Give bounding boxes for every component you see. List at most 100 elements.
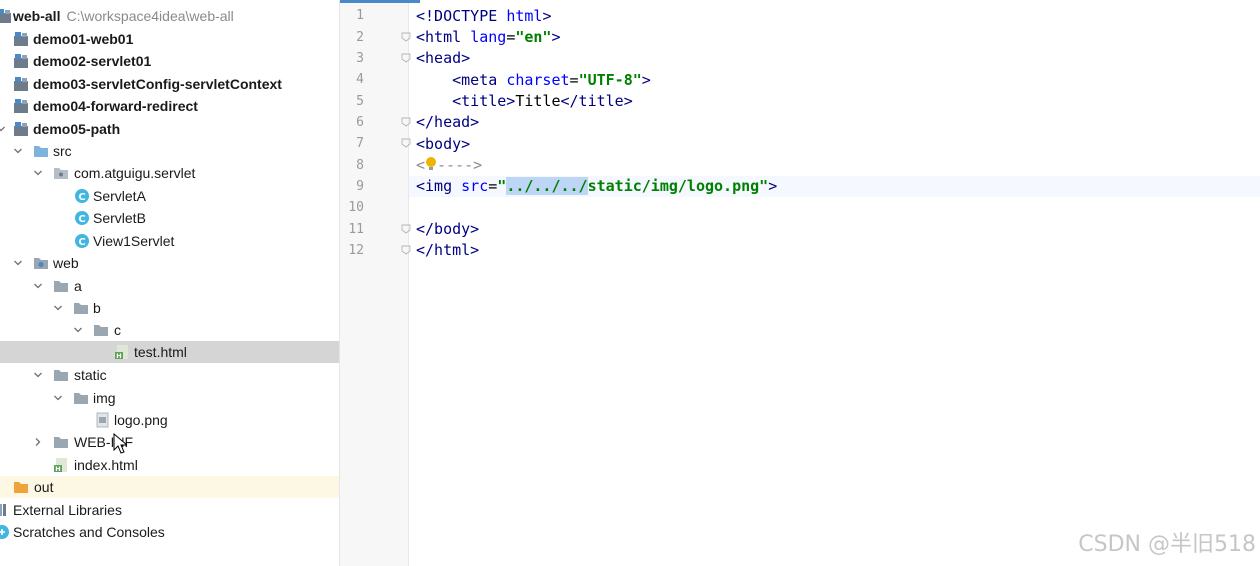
source-folder-icon <box>33 143 49 159</box>
chevron-down-icon[interactable] <box>13 256 23 270</box>
tree-item-static[interactable]: static <box>0 364 339 386</box>
tree-item-root[interactable]: web-all C:\workspace4idea\web-all <box>0 5 339 27</box>
folder-icon <box>53 434 69 450</box>
line-number: 1 <box>356 8 364 23</box>
tree-item-label: a <box>74 278 82 294</box>
java-class-icon <box>74 188 90 204</box>
tree-item-label: logo.png <box>114 412 168 428</box>
chevron-down-icon[interactable] <box>13 144 23 158</box>
selected-text[interactable]: ../../../ <box>506 177 588 195</box>
tree-item-folder-a[interactable]: a <box>0 275 339 297</box>
code-token: Title <box>515 92 561 110</box>
scratches-icon <box>0 524 10 540</box>
tree-item-class[interactable]: ServletA <box>0 185 339 207</box>
code-line-5[interactable]: <title>Title</title> <box>409 91 1260 112</box>
html-file-icon <box>114 344 130 360</box>
html-file-icon <box>53 457 69 473</box>
code-token: ----> <box>437 156 483 174</box>
code-token: lang <box>470 28 507 46</box>
tree-item-web-inf[interactable]: WEB-INF <box>0 431 339 454</box>
tree-item-label: Scratches and Consoles <box>13 524 165 540</box>
tree-item-module-demo05[interactable]: demo05-path <box>0 118 339 140</box>
tree-item-label: View1Servlet <box>93 233 175 249</box>
code-line-7[interactable]: <body> <box>409 134 1260 155</box>
tree-item-out[interactable]: out <box>0 476 339 498</box>
code-token: = <box>488 177 498 195</box>
tree-item-label: demo01-web01 <box>33 31 134 47</box>
code-token: = <box>569 71 579 89</box>
tree-item-label: demo05-path <box>33 121 121 137</box>
tree-item-package[interactable]: com.atguigu.servlet <box>0 162 339 184</box>
lightbulb-icon[interactable] <box>425 156 437 172</box>
tree-item-label: test.html <box>134 344 187 360</box>
web-folder-icon <box>33 255 49 271</box>
line-number: 4 <box>356 72 364 87</box>
tree-item-module[interactable]: demo01-web01 <box>0 28 339 50</box>
mouse-cursor-icon <box>113 433 127 454</box>
module-icon <box>13 121 29 137</box>
code-line-3[interactable]: <head> <box>409 48 1260 69</box>
code-token: <!DOCTYPE <box>416 7 507 25</box>
tree-item-class[interactable]: View1Servlet <box>0 230 339 252</box>
libraries-icon <box>0 502 10 518</box>
chevron-down-icon[interactable] <box>33 166 43 180</box>
tree-item-folder-c[interactable]: c <box>0 319 339 341</box>
code-token: < <box>416 156 426 174</box>
tree-item-label: static <box>74 367 107 383</box>
tree-item-folder-b[interactable]: b <box>0 297 339 319</box>
tree-item-web[interactable]: web <box>0 252 339 274</box>
code-token: <html <box>416 28 471 46</box>
chevron-down-icon[interactable] <box>53 301 63 315</box>
line-number: 2 <box>356 30 364 45</box>
code-line-12[interactable]: </html> <box>409 240 1260 261</box>
tree-item-label: demo02-servlet01 <box>33 53 152 69</box>
chevron-right-icon[interactable] <box>33 435 43 449</box>
java-class-icon <box>74 210 90 226</box>
java-class-icon <box>74 233 90 249</box>
folder-icon <box>53 278 69 294</box>
code-line-4[interactable]: <meta charset="UTF-8"> <box>409 70 1260 91</box>
tree-item-label: b <box>93 300 101 316</box>
tree-item-module[interactable]: demo04-forward-redirect <box>0 95 339 117</box>
module-icon <box>0 8 12 24</box>
code-token: <img <box>416 177 462 195</box>
chevron-down-icon[interactable] <box>0 122 6 136</box>
line-number: 11 <box>348 222 364 237</box>
tree-item-img[interactable]: img <box>0 387 339 409</box>
folder-icon <box>73 300 89 316</box>
tree-item-label: External Libraries <box>13 502 122 518</box>
project-tree-panel: web-all C:\workspace4idea\web-all demo01-… <box>0 0 340 566</box>
code-token: > <box>768 177 778 195</box>
line-number: 6 <box>356 115 364 130</box>
tree-item-logo-png[interactable]: logo.png <box>0 409 339 431</box>
active-tab-indicator <box>340 0 420 3</box>
tree-item-src[interactable]: src <box>0 140 339 162</box>
code-token: <body> <box>416 135 471 153</box>
folder-icon <box>73 390 89 406</box>
folder-icon <box>53 367 69 383</box>
watermark: CSDN @半旧518 <box>1078 532 1256 557</box>
code-line-8[interactable]: < ----> <box>409 155 1260 176</box>
tree-item-label: out <box>34 479 54 495</box>
chevron-down-icon[interactable] <box>53 391 63 405</box>
tree-item-module[interactable]: demo02-servlet01 <box>0 50 339 72</box>
code-line-9[interactable]: <img src="../../../static/img/logo.png"> <box>409 176 1260 197</box>
code-token: </body> <box>416 220 480 238</box>
tree-item-module[interactable]: demo03-servletConfig-servletContext <box>0 73 339 95</box>
code-line-2[interactable]: <html lang="en"> <box>409 27 1260 48</box>
tree-item-index-html[interactable]: index.html <box>0 454 339 476</box>
tree-item-scratches[interactable]: Scratches and Consoles <box>0 521 339 543</box>
tree-item-class[interactable]: ServletB <box>0 207 339 229</box>
tree-item-test-html[interactable]: test.html <box>0 341 339 363</box>
module-icon <box>13 53 29 69</box>
chevron-down-icon[interactable] <box>73 323 83 337</box>
code-token: > <box>641 71 651 89</box>
chevron-down-icon[interactable] <box>33 279 43 293</box>
code-token: <head> <box>416 49 471 67</box>
code-line-1[interactable]: <!DOCTYPE html> <box>409 6 1260 27</box>
tree-item-external-libraries[interactable]: External Libraries <box>0 499 339 521</box>
code-line-6[interactable]: </head> <box>409 112 1260 133</box>
code-line-11[interactable]: </body> <box>409 219 1260 240</box>
chevron-down-icon[interactable] <box>33 368 43 382</box>
code-token: </head> <box>416 113 480 131</box>
